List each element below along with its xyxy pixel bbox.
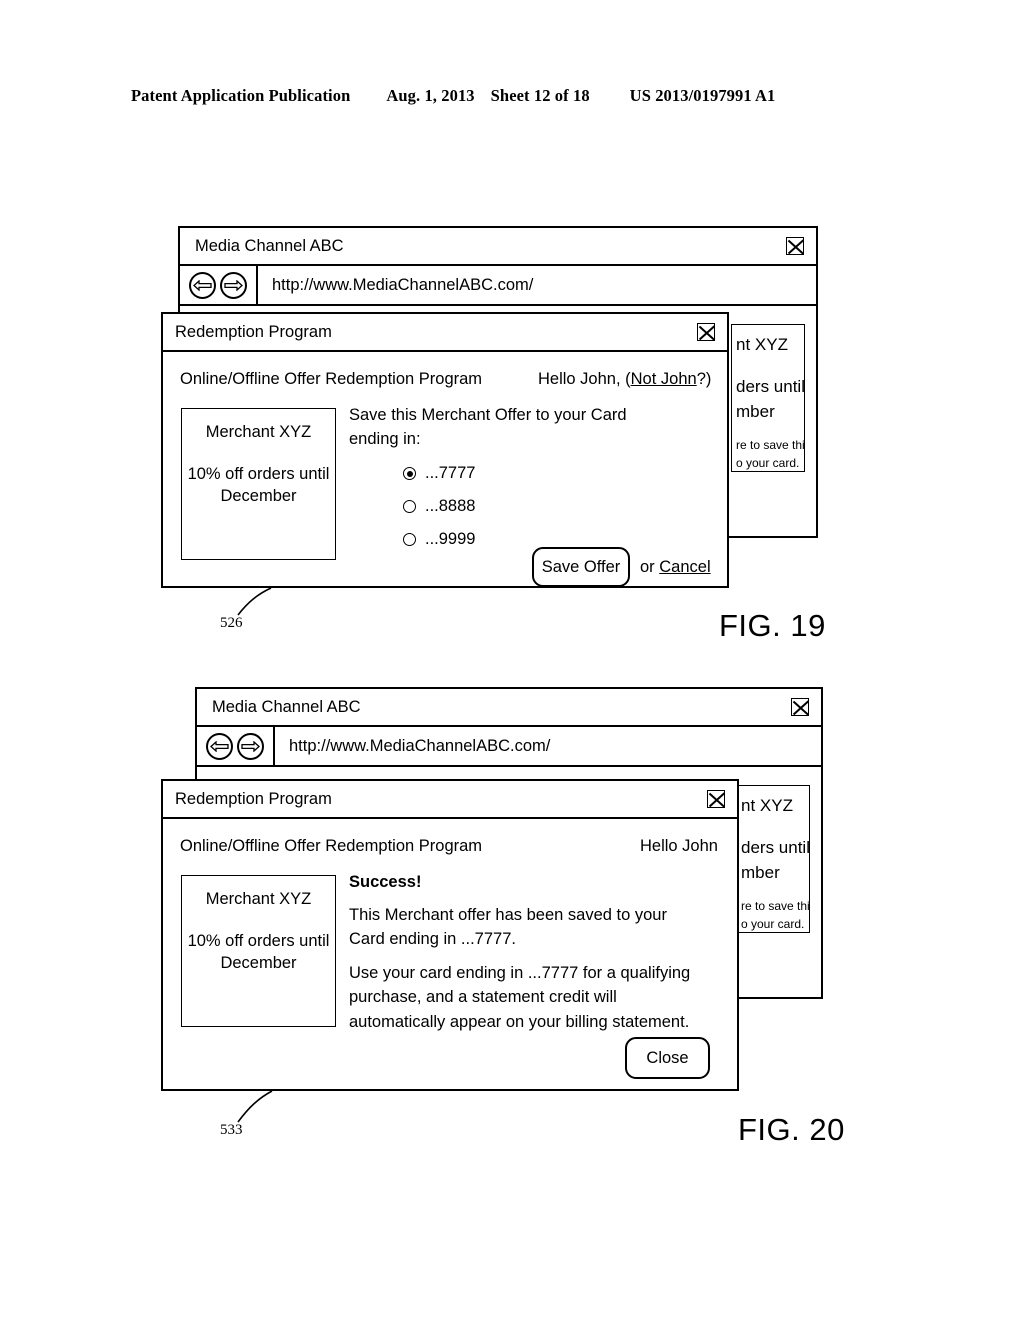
success-paragraph-2: Use your card ending in ...7777 for a qu…	[349, 961, 709, 1034]
card-option-label: ...7777	[425, 464, 476, 482]
close-box-icon[interactable]	[791, 698, 809, 716]
save-prompt: Save this Merchant Offer to your Card en…	[349, 404, 649, 452]
greeting: Hello John	[640, 837, 718, 855]
offer-card: Merchant XYZ 10% off orders until Decemb…	[181, 875, 336, 1027]
card-option-label: ...8888	[425, 497, 476, 515]
dialog-body: Online/Offline Offer Redemption Program …	[163, 352, 727, 624]
url-text[interactable]: http://www.MediaChannelABC.com/	[289, 737, 550, 756]
success-p1-line2: Card ending in ...7777.	[349, 930, 516, 949]
offer-promo-text: 10% off orders until December	[182, 463, 335, 508]
dialog-titlebar: Redemption Program	[163, 314, 727, 352]
success-paragraph-1: This Merchant offer has been saved to yo…	[349, 903, 699, 952]
radio-icon[interactable]	[403, 500, 416, 513]
offer-promo-text: 10% off orders until December	[182, 930, 335, 975]
save-prompt-line1: Save this Merchant Offer to your Card	[349, 406, 627, 424]
success-p1-line1: This Merchant offer has been saved to yo…	[349, 906, 667, 924]
greeting-prefix: Hello John, (	[538, 370, 631, 388]
greeting-suffix: ?)	[696, 370, 712, 388]
offer-card: Merchant XYZ 10% off orders until Decemb…	[181, 408, 336, 560]
dialog-title: Redemption Program	[175, 789, 332, 808]
close-box-icon[interactable]	[707, 790, 725, 808]
dialog-body: Online/Offline Offer Redemption Program …	[163, 819, 737, 1127]
success-heading: Success!	[349, 873, 422, 891]
offer-promo-line2: December	[220, 487, 297, 506]
background-offer-line2: ders until	[741, 838, 810, 857]
offer-promo-line1: 10% off orders until	[187, 931, 330, 950]
cancel-area: or Cancel	[640, 558, 711, 577]
success-p2-line3: automatically appear on your billing sta…	[349, 1012, 690, 1031]
browser-titlebar: Media Channel ABC	[197, 689, 821, 727]
forward-arrow-icon[interactable]	[237, 732, 264, 760]
redemption-dialog: Redemption Program Online/Offline Offer …	[161, 779, 739, 1091]
success-p2-line2: purchase, and a statement credit will	[349, 988, 617, 1007]
back-arrow-icon[interactable]	[206, 732, 233, 760]
dialog-title: Redemption Program	[175, 322, 332, 341]
dialog-titlebar: Redemption Program	[163, 781, 737, 819]
redemption-dialog: Redemption Program Online/Offline Offer …	[161, 312, 729, 588]
offer-promo-line2: December	[220, 954, 297, 973]
radio-icon-selected[interactable]	[403, 467, 416, 480]
background-offer-card: nt XYZ ders until mber re to save this o…	[736, 785, 810, 933]
offer-promo-line1: 10% off orders until	[187, 464, 330, 483]
background-offer-small2: o your card.	[741, 917, 805, 931]
background-offer-small1: re to save this	[741, 899, 810, 913]
close-box-icon[interactable]	[697, 323, 715, 341]
browser-title: Media Channel ABC	[212, 697, 361, 716]
greeting: Hello John, (Not John?)	[538, 370, 711, 389]
card-option-8888[interactable]: ...8888	[403, 497, 475, 516]
offer-merchant-name: Merchant XYZ	[205, 890, 312, 908]
background-offer-line1: nt XYZ	[741, 796, 793, 815]
save-prompt-line2: ending in:	[349, 429, 421, 448]
nav-buttons	[197, 727, 275, 765]
success-p2-line1: Use your card ending in ...7777 for a qu…	[349, 964, 691, 982]
save-offer-button[interactable]: Save Offer	[532, 547, 630, 587]
patent-figure-page: { "header": { "publication": "Patent App…	[0, 0, 1024, 1320]
card-option-7777[interactable]: ...7777	[403, 464, 475, 483]
card-option-label: ...9999	[425, 530, 476, 548]
radio-icon[interactable]	[403, 533, 416, 546]
card-option-9999[interactable]: ...9999	[403, 530, 475, 549]
figure-20-label: FIG. 20	[738, 1112, 845, 1147]
offer-merchant-name: Merchant XYZ	[205, 423, 312, 441]
browser-toolbar: http://www.MediaChannelABC.com/	[197, 727, 821, 767]
app-title: Online/Offline Offer Redemption Program	[180, 837, 483, 855]
or-text: or	[640, 558, 660, 576]
app-title: Online/Offline Offer Redemption Program	[180, 370, 483, 388]
close-button[interactable]: Close	[625, 1037, 710, 1079]
figure-20: Media Channel ABC http://www.MediaChanne…	[0, 0, 1024, 1320]
background-offer-line3: mber	[741, 863, 780, 882]
cancel-link[interactable]: Cancel	[659, 558, 710, 576]
not-john-link[interactable]: Not John	[631, 370, 697, 388]
